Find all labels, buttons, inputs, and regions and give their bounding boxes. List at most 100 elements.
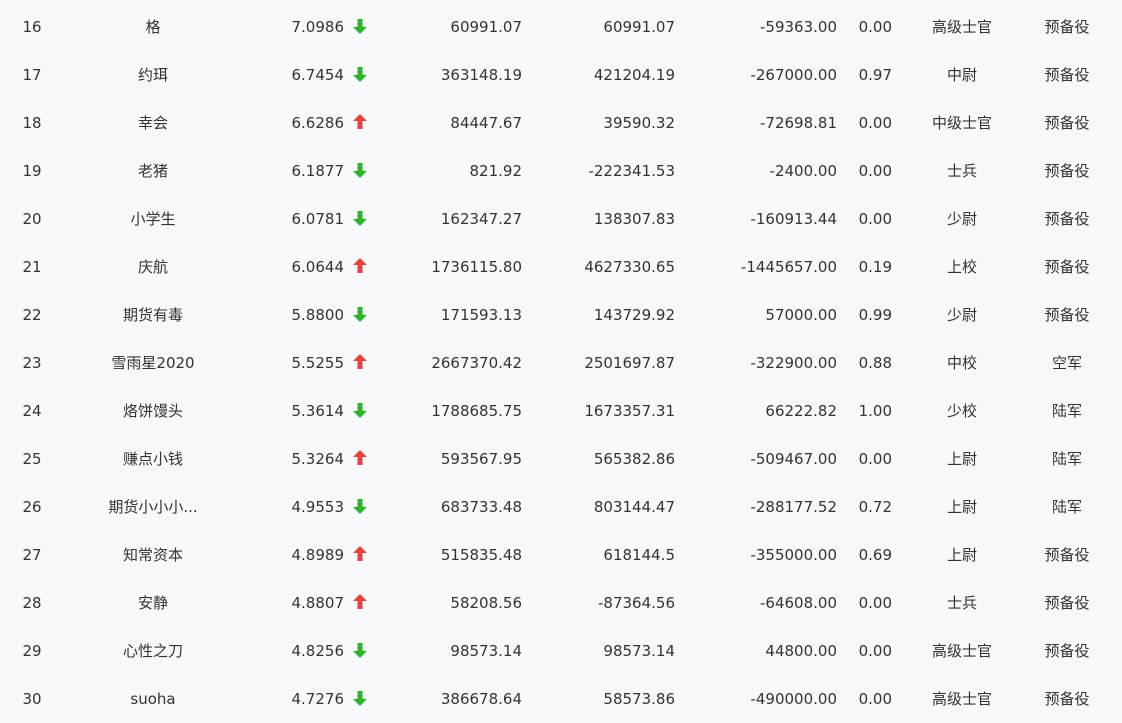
score-cell: 4.9553 xyxy=(291,498,345,516)
value-cell-2: 39590.32 xyxy=(603,114,675,132)
rank-cell: 19 xyxy=(22,162,42,180)
value-cell-3: -160913.44 xyxy=(750,210,837,228)
ranking-table: 16 格 7.0986 60991.07 60991.07 -59363.00 0.00 高级… xyxy=(0,0,1122,722)
value-cell-2: 138307.83 xyxy=(593,210,675,228)
username-cell: 格 xyxy=(145,18,161,36)
ratio-cell: 0.00 xyxy=(858,114,892,132)
arrow-down-icon xyxy=(353,691,367,706)
value-cell-1: 363148.19 xyxy=(440,66,522,84)
table-row: 27 知常资本 4.8989 515835.48 618144.5 -355000.00 0… xyxy=(0,531,1122,579)
arrow-down-icon xyxy=(353,307,367,322)
value-cell-2: 618144.5 xyxy=(603,546,675,564)
arrow-up-icon xyxy=(353,450,367,465)
military-rank-cell: 少校 xyxy=(946,402,977,420)
trend-cell xyxy=(352,51,372,99)
ratio-cell: 0.00 xyxy=(858,450,892,468)
value-cell-2: -87364.56 xyxy=(598,594,675,612)
value-cell-1: 821.92 xyxy=(469,162,523,180)
table-row: 26 期货小小小... 4.9553 683733.48 803144.47 -28817… xyxy=(0,483,1122,531)
value-cell-1: 84447.67 xyxy=(450,114,522,132)
value-cell-1: 1788685.75 xyxy=(431,402,522,420)
branch-cell: 预备役 xyxy=(1044,114,1090,132)
table-row: 28 安静 4.8807 58208.56 -87364.56 -64608.00 0.00… xyxy=(0,579,1122,627)
rank-cell: 28 xyxy=(22,594,42,612)
value-cell-3: -59363.00 xyxy=(760,18,837,36)
arrow-down-icon xyxy=(353,19,367,34)
military-rank-cell: 中尉 xyxy=(946,66,977,84)
military-rank-cell: 高级士官 xyxy=(931,690,992,708)
table-row: 24 烙饼馒头 5.3614 1788685.75 1673357.31 66222.82… xyxy=(0,387,1122,435)
username-cell: 期货小小小... xyxy=(108,498,198,516)
value-cell-3: -1445657.00 xyxy=(740,258,837,276)
trend-cell xyxy=(352,99,372,147)
score-cell: 5.3614 xyxy=(291,402,345,420)
value-cell-3: -72698.81 xyxy=(760,114,837,132)
value-cell-2: 803144.47 xyxy=(593,498,675,516)
branch-cell: 预备役 xyxy=(1044,690,1090,708)
rank-cell: 18 xyxy=(22,114,42,132)
trend-cell xyxy=(352,339,372,387)
table-row: 23 雪雨星2020 5.5255 2667370.42 2501697.87 -3229… xyxy=(0,339,1122,387)
username-cell: 赚点小钱 xyxy=(122,450,183,468)
trend-cell xyxy=(352,579,372,627)
table-row: 19 老猪 6.1877 821.92 -222341.53 -2400.00 0.00 士兵… xyxy=(0,147,1122,195)
ratio-cell: 0.00 xyxy=(858,690,892,708)
branch-cell: 陆军 xyxy=(1051,402,1082,420)
score-cell: 5.5255 xyxy=(291,354,345,372)
military-rank-cell: 士兵 xyxy=(946,162,977,180)
username-cell: 老猪 xyxy=(137,162,168,180)
value-cell-1: 58208.56 xyxy=(450,594,522,612)
score-cell: 4.7276 xyxy=(291,690,345,708)
rank-cell: 26 xyxy=(22,498,42,516)
rank-cell: 17 xyxy=(22,66,42,84)
username-cell: 约珥 xyxy=(137,66,168,84)
military-rank-cell: 少尉 xyxy=(946,210,977,228)
branch-cell: 预备役 xyxy=(1044,66,1090,84)
username-cell: 期货有毒 xyxy=(122,306,183,324)
score-cell: 6.0644 xyxy=(291,258,345,276)
value-cell-1: 2667370.42 xyxy=(431,354,522,372)
arrow-down-icon xyxy=(353,499,367,514)
table-row: 20 小学生 6.0781 162347.27 138307.83 -160913.44 0… xyxy=(0,195,1122,243)
value-cell-3: -64608.00 xyxy=(760,594,837,612)
trend-cell xyxy=(352,243,372,291)
value-cell-2: 2501697.87 xyxy=(584,354,675,372)
value-cell-2: 58573.86 xyxy=(603,690,675,708)
trend-cell xyxy=(352,675,372,723)
ratio-cell: 0.00 xyxy=(858,18,892,36)
value-cell-2: 60991.07 xyxy=(603,18,675,36)
military-rank-cell: 上尉 xyxy=(946,498,977,516)
table-row: 30 suoha 4.7276 386678.64 58573.86 -490000.00… xyxy=(0,675,1122,723)
username-cell: 知常资本 xyxy=(122,546,183,564)
rank-cell: 20 xyxy=(22,210,42,228)
branch-cell: 陆军 xyxy=(1051,498,1082,516)
username-cell: 烙饼馒头 xyxy=(122,402,183,420)
ratio-cell: 0.00 xyxy=(858,162,892,180)
score-cell: 4.8256 xyxy=(291,642,345,660)
username-cell: 小学生 xyxy=(130,210,176,228)
value-cell-1: 683733.48 xyxy=(440,498,522,516)
rank-cell: 21 xyxy=(22,258,42,276)
arrow-down-icon xyxy=(353,67,367,82)
value-cell-2: 421204.19 xyxy=(593,66,675,84)
branch-cell: 预备役 xyxy=(1044,594,1090,612)
table-row: 16 格 7.0986 60991.07 60991.07 -59363.00 0.00 高级… xyxy=(0,3,1122,51)
trend-cell xyxy=(352,627,372,675)
military-rank-cell: 上尉 xyxy=(946,450,977,468)
score-cell: 5.3264 xyxy=(291,450,345,468)
table-row: 21 庆航 6.0644 1736115.80 4627330.65 -1445657.0… xyxy=(0,243,1122,291)
value-cell-1: 60991.07 xyxy=(450,18,522,36)
arrow-down-icon xyxy=(353,211,367,226)
value-cell-2: 4627330.65 xyxy=(584,258,675,276)
value-cell-2: -222341.53 xyxy=(588,162,675,180)
value-cell-3: -355000.00 xyxy=(750,546,837,564)
username-cell: 心性之刀 xyxy=(122,642,183,660)
table-row: 18 幸会 6.6286 84447.67 39590.32 -72698.81 0.00 中… xyxy=(0,99,1122,147)
military-rank-cell: 高级士官 xyxy=(931,18,992,36)
table-row: 25 赚点小钱 5.3264 593567.95 565382.86 -509467.00… xyxy=(0,435,1122,483)
ratio-cell: 0.72 xyxy=(858,498,892,516)
value-cell-3: -2400.00 xyxy=(769,162,837,180)
rank-cell: 23 xyxy=(22,354,42,372)
military-rank-cell: 士兵 xyxy=(946,594,977,612)
branch-cell: 预备役 xyxy=(1044,642,1090,660)
